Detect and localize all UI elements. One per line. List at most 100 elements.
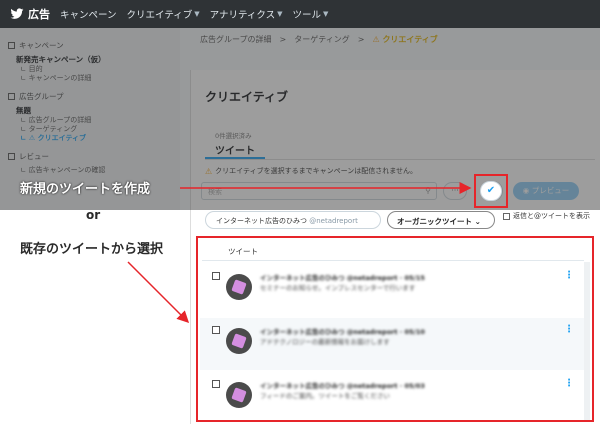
account-filter-chip[interactable]: インターネット広告のひみつ @netadreport: [205, 211, 381, 229]
tweet-author: インターネット広告のひみつ @netadreport · 05/15: [260, 274, 425, 282]
more-options-icon[interactable]: ⋮: [564, 324, 574, 335]
nav-analytics-label: アナリティクス: [209, 10, 276, 21]
breadcrumb-creatives-label: クリエイティブ: [382, 35, 438, 44]
page-title: クリエイティブ: [205, 90, 289, 104]
nav-analytics[interactable]: アナリティクス ▼: [210, 7, 283, 21]
checkbox[interactable]: [503, 212, 510, 220]
breadcrumb-adgroup-details[interactable]: 広告グループの詳細: [200, 34, 272, 45]
sidebar-section-label: 広告グループ: [19, 92, 64, 101]
sidebar-item-label: 広告キャンペーンの確認: [28, 166, 106, 174]
brand-label: 広告: [28, 8, 50, 21]
tweet-text: セミナーのお知らせ。インプレスセンターで行います: [260, 284, 416, 292]
tweet-row[interactable]: インターネット広告のひみつ @netadreport · 05/15 セミナーの…: [200, 264, 586, 316]
breadcrumb: 広告グループの詳細 > ターゲティング > ⚠ クリエイティブ: [200, 34, 438, 45]
nav-campaigns-label: キャンペーン: [60, 10, 117, 21]
warning-text: クリエイティブを選択するまでキャンペーンは配信されません。: [215, 167, 418, 175]
sidebar-section-adgroup[interactable]: 広告グループ: [8, 91, 172, 102]
account-handle: @netadreport: [309, 217, 358, 225]
sidebar-item-adgroup-details[interactable]: ㄴ 広告グループの詳細: [8, 116, 172, 125]
list-scrollbar[interactable]: [584, 262, 590, 420]
chevron-down-icon: ▼: [277, 10, 283, 18]
more-icon: ···: [451, 186, 459, 195]
annotation-select-existing: 既存のツイートから選択: [20, 242, 164, 257]
sidebar-adgroup-name[interactable]: 無題: [8, 106, 172, 116]
avatar: [226, 274, 252, 300]
section-checkbox-icon: [8, 153, 15, 160]
tweet-text: フィードのご案内。ツイートをご覧ください: [260, 392, 390, 400]
tweet-author: インターネット広告のひみつ @netadreport · 05/03: [260, 382, 425, 390]
sidebar-campaign-name[interactable]: 新発売キャンペーン（仮）: [8, 55, 172, 65]
tweet-type-dropdown[interactable]: オーガニックツイート ⌄: [387, 211, 495, 229]
sidebar-item-campaign-details[interactable]: ㄴ キャンペーンの詳細: [8, 74, 172, 83]
breadcrumb-targeting[interactable]: ターゲティング: [294, 34, 350, 45]
breadcrumb-separator: >: [279, 35, 287, 44]
nav-campaigns[interactable]: キャンペーン: [60, 7, 117, 21]
sidebar-group-adgroup: 広告グループ 無題 ㄴ 広告グループの詳細 ㄴ ターゲティング ㄴ ⚠ クリエイ…: [8, 91, 172, 143]
more-options-icon[interactable]: ⋮: [564, 270, 574, 281]
avatar: [226, 382, 252, 408]
sidebar-section-campaign[interactable]: キャンペーン: [8, 40, 172, 51]
tweet-row[interactable]: インターネット広告のひみつ @netadreport · 05/03 フィードの…: [200, 372, 586, 424]
tweet-author: インターネット広告のひみつ @netadreport · 05/10: [260, 328, 425, 336]
sidebar-item-label: 目的: [28, 65, 43, 73]
filter-button[interactable]: ···: [443, 182, 467, 200]
sidebar-item-label: キャンペーンの詳細: [28, 74, 92, 82]
new-tweet-button-highlighted[interactable]: ✔: [480, 181, 502, 201]
search-icon: ⚲: [425, 186, 431, 195]
annotation-create-new: 新規のツイートを作成: [20, 182, 151, 197]
chevron-down-icon: ⌄: [474, 217, 481, 226]
delivery-warning: ⚠ クリエイティブを選択するまでキャンペーンは配信されません。: [205, 166, 417, 176]
show-replies-toggle[interactable]: 返信と@ツイートを表示: [503, 211, 595, 221]
tab-selected-count: 0件選択済み: [215, 132, 252, 140]
nav-tools[interactable]: ツール ▼: [293, 7, 329, 21]
tweet-column-header: ツイート: [228, 247, 258, 256]
warning-icon: ⚠: [372, 35, 380, 44]
tweet-list: ツイート インターネット広告のひみつ @netadreport · 05/15 …: [196, 236, 594, 422]
annotation-or: or: [86, 208, 101, 222]
breadcrumb-separator: >: [357, 35, 365, 44]
sidebar-section-label: レビュー: [19, 152, 49, 161]
list-divider: [202, 260, 584, 261]
chevron-down-icon: ▼: [194, 10, 200, 18]
tweet-text: アドテクノロジーの最新情報をお届けします: [260, 338, 390, 346]
search-placeholder: 検索: [208, 188, 222, 196]
avatar: [226, 328, 252, 354]
preview-label: プレビュー: [531, 186, 570, 195]
tweet-type-label: オーガニックツイート: [397, 217, 472, 226]
warning-icon: ⚠: [28, 134, 36, 142]
sidebar-section-label: キャンペーン: [19, 41, 64, 50]
tweet-search-input[interactable]: 検索 ⚲: [201, 182, 437, 200]
sidebar-item-targeting[interactable]: ㄴ ターゲティング: [8, 125, 172, 134]
tweet-select-checkbox[interactable]: [212, 326, 220, 334]
nav-tools-label: ツール: [292, 10, 322, 21]
sidebar-item-label: 広告グループの詳細: [28, 116, 92, 124]
tweet-select-checkbox[interactable]: [212, 272, 220, 280]
nav-creatives-label: クリエイティブ: [126, 10, 193, 21]
tab-tweets[interactable]: ツイート: [215, 142, 255, 157]
eye-icon: ◉: [522, 186, 530, 195]
twitter-bird-icon: [10, 8, 24, 19]
sidebar-item-objective[interactable]: ㄴ 目的: [8, 65, 172, 74]
tweet-select-checkbox[interactable]: [212, 380, 220, 388]
tweet-row[interactable]: インターネット広告のひみつ @netadreport · 05/10 アドテクノ…: [200, 318, 586, 370]
sidebar-group-campaign: キャンペーン 新発売キャンペーン（仮） ㄴ 目的 ㄴ キャンペーンの詳細: [8, 40, 172, 83]
sidebar-group-review: レビュー ㄴ 広告キャンペーンの確認: [8, 151, 172, 175]
breadcrumb-creatives[interactable]: ⚠ クリエイティブ: [372, 34, 437, 45]
sidebar-item-review-campaign[interactable]: ㄴ 広告キャンペーンの確認: [8, 166, 172, 175]
nav-creatives[interactable]: クリエイティブ ▼: [127, 7, 200, 21]
top-navigation-bar: 広告 キャンペーン クリエイティブ ▼ アナリティクス ▼ ツール ▼: [0, 0, 600, 28]
account-name: インターネット広告のひみつ: [216, 217, 307, 225]
section-checkbox-icon: [8, 93, 15, 100]
sidebar-item-label: クリエイティブ: [37, 134, 87, 142]
more-options-icon[interactable]: ⋮: [564, 378, 574, 389]
brand-logo[interactable]: 広告: [10, 6, 50, 22]
sidebar-item-label: ターゲティング: [28, 125, 78, 133]
chevron-down-icon: ▼: [323, 10, 329, 18]
section-checkbox-icon: [8, 42, 15, 49]
preview-button[interactable]: ◉ プレビュー: [513, 182, 579, 200]
show-replies-label: 返信と@ツイートを表示: [513, 212, 590, 220]
compose-icon: ✔: [486, 185, 496, 196]
sidebar-section-review[interactable]: レビュー: [8, 151, 172, 162]
tab-divider: [205, 159, 595, 160]
sidebar-item-creatives[interactable]: ㄴ ⚠ クリエイティブ: [8, 134, 172, 143]
